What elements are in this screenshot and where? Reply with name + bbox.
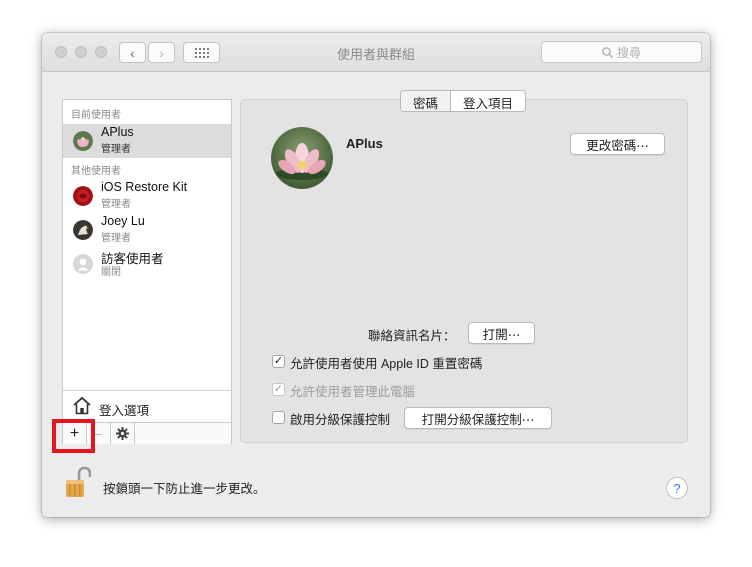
parental-controls-label: 啟用分級保護控制: [290, 413, 391, 427]
search-input[interactable]: 搜尋: [541, 41, 702, 63]
gear-icon: [116, 427, 129, 440]
lock-icon[interactable]: [65, 466, 91, 498]
other-users-heading: 其他使用者: [71, 166, 121, 177]
house-icon: [73, 396, 91, 415]
user-name: Joey Lu: [101, 214, 145, 228]
contact-card-label: 聯絡資訊名片：: [368, 329, 456, 343]
user-name: APlus: [101, 125, 134, 139]
allow-apple-id-checkbox[interactable]: ✓: [272, 355, 285, 368]
user-item-guest[interactable]: 訪客使用者 關閉: [63, 247, 231, 281]
title-bar: ‹ › 使用者與群組 搜尋: [42, 33, 710, 72]
user-role: 管理者: [101, 199, 131, 210]
allow-apple-id-label: 允許使用者使用 Apple ID 重置密碼: [290, 357, 483, 371]
user-role: 管理者: [101, 144, 131, 155]
tab-bar: 密碼 登入項目: [400, 90, 527, 112]
open-parental-controls-button[interactable]: 打開分級保護控制⋯: [404, 407, 552, 429]
tab-login-items[interactable]: 登入項目: [451, 91, 525, 111]
user-role: 管理者: [101, 233, 131, 244]
allow-admin-label: 允許使用者管理此電腦: [290, 385, 416, 399]
add-button-highlight: [52, 419, 95, 453]
user-role: 關閉: [101, 267, 121, 278]
lotus-avatar: [73, 131, 93, 151]
parental-controls-checkbox[interactable]: [272, 411, 285, 424]
search-placeholder: 搜尋: [616, 45, 641, 60]
action-menu-button[interactable]: [111, 423, 135, 444]
profile-name: APlus: [346, 136, 383, 151]
login-options-item[interactable]: 登入選項: [63, 390, 231, 421]
change-password-button[interactable]: 更改密碼⋯: [570, 133, 665, 155]
rose-avatar: [73, 186, 93, 206]
user-item-aplus[interactable]: APlus 管理者: [63, 124, 231, 158]
user-name: iOS Restore Kit: [101, 180, 188, 194]
login-options-label: 登入選項: [99, 404, 150, 418]
lock-message: 按鎖頭一下防止進一步更改。: [103, 482, 266, 496]
eagle-avatar: [73, 220, 93, 240]
user-item-ios-restore-kit[interactable]: iOS Restore Kit 管理者: [63, 179, 231, 213]
search-icon: [602, 46, 613, 58]
user-picture[interactable]: [271, 127, 333, 189]
open-contact-button[interactable]: 打開⋯: [468, 322, 535, 344]
preferences-window: ‹ › 使用者與群組 搜尋 目前使用者 APlus 管理者 其他使用者 iOS …: [42, 33, 710, 517]
user-item-joey-lu[interactable]: Joey Lu 管理者: [63, 213, 231, 247]
user-list: 目前使用者 APlus 管理者 其他使用者 iOS Restore Kit 管理…: [62, 99, 232, 444]
current-users-heading: 目前使用者: [71, 110, 121, 121]
help-button[interactable]: ?: [666, 477, 688, 499]
tab-password[interactable]: 密碼: [401, 91, 452, 111]
person-icon: [73, 254, 93, 274]
allow-admin-checkbox[interactable]: ✓: [272, 383, 285, 396]
